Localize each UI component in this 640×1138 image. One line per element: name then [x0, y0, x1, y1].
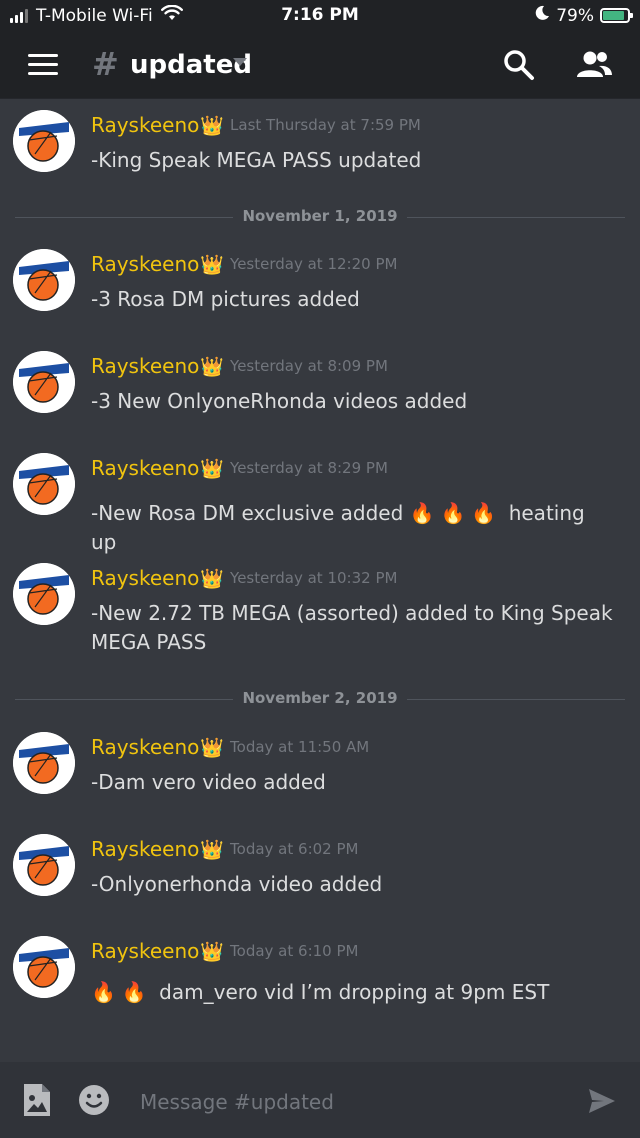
- crown-icon: 👑: [200, 355, 225, 378]
- message-input[interactable]: [138, 1084, 562, 1120]
- timestamp: Yesterday at 8:29 PM: [230, 459, 388, 477]
- message-text: -3 New OnlyoneRhonda videos added: [91, 389, 468, 413]
- author-line: Rayskeeno 👑 Today at 6:10 PM: [91, 936, 358, 966]
- date-divider: November 1, 2019: [15, 206, 625, 228]
- fire-emoji: 🔥🔥: [91, 980, 153, 1004]
- crown-icon: 👑: [200, 567, 225, 590]
- author-line: Rayskeeno 👑 Yesterday at 12:20 PM: [91, 249, 397, 279]
- message-list[interactable]: Rayskeeno 👑 Last Thursday at 7:59 PM -Kin…: [0, 98, 640, 1060]
- timestamp: Today at 6:02 PM: [230, 840, 359, 858]
- crown-icon: 👑: [200, 114, 225, 137]
- crown-icon: 👑: [200, 457, 225, 480]
- avatar[interactable]: [13, 563, 75, 625]
- chevron-down-icon[interactable]: [233, 58, 247, 66]
- emoji-icon[interactable]: [77, 1083, 111, 1117]
- crown-icon: 👑: [200, 838, 225, 861]
- message-text: -3 Rosa DM pictures added: [91, 287, 360, 311]
- crown-icon: 👑: [200, 736, 225, 759]
- avatar[interactable]: [13, 453, 75, 515]
- author-name[interactable]: Rayskeeno: [91, 939, 199, 963]
- hash-icon: #: [92, 45, 119, 83]
- search-icon[interactable]: [502, 48, 536, 82]
- timestamp: Last Thursday at 7:59 PM: [230, 116, 421, 134]
- message-text: -Onlyonerhonda video added: [91, 872, 383, 896]
- timestamp: Today at 6:10 PM: [230, 942, 359, 960]
- status-right: 79%: [534, 5, 633, 26]
- battery-icon: [600, 8, 633, 23]
- message-text: -New 2.72 TB MEGA (assorted) added to Ki…: [91, 601, 613, 654]
- author-name[interactable]: Rayskeeno: [91, 735, 199, 759]
- send-icon[interactable]: [588, 1088, 616, 1114]
- crown-icon: 👑: [200, 940, 225, 963]
- timestamp: Yesterday at 8:09 PM: [230, 357, 388, 375]
- fire-emoji: 🔥🔥🔥: [409, 501, 503, 525]
- message-text: -New Rosa DM exclusive added 🔥🔥🔥 heating…: [91, 499, 616, 557]
- avatar[interactable]: [13, 351, 75, 413]
- avatar[interactable]: [13, 249, 75, 311]
- timestamp: Yesterday at 10:32 PM: [230, 569, 398, 587]
- avatar[interactable]: [13, 936, 75, 998]
- moon-icon: [534, 5, 550, 26]
- author-name[interactable]: Rayskeeno: [91, 837, 199, 861]
- members-icon[interactable]: [574, 48, 614, 82]
- author-line: Rayskeeno 👑 Last Thursday at 7:59 PM: [91, 110, 421, 140]
- date-divider-label: November 2, 2019: [242, 689, 398, 707]
- timestamp: Today at 11:50 AM: [230, 738, 370, 756]
- message-composer: [0, 1062, 640, 1138]
- avatar[interactable]: [13, 834, 75, 896]
- image-icon[interactable]: [22, 1082, 52, 1118]
- author-line: Rayskeeno 👑 Yesterday at 8:09 PM: [91, 351, 388, 381]
- author-name[interactable]: Rayskeeno: [91, 354, 199, 378]
- date-divider-label: November 1, 2019: [242, 207, 398, 225]
- battery-percent: 79%: [556, 5, 594, 26]
- author-line: Rayskeeno 👑 Today at 6:02 PM: [91, 834, 358, 864]
- author-line: Rayskeeno 👑 Yesterday at 10:32 PM: [91, 563, 397, 593]
- message-text: -Dam vero video added: [91, 770, 326, 794]
- status-bar: T-Mobile Wi-Fi 7:16 PM 79%: [0, 0, 640, 32]
- timestamp: Yesterday at 12:20 PM: [230, 255, 398, 273]
- author-line: Rayskeeno 👑 Yesterday at 8:29 PM: [91, 453, 388, 483]
- menu-icon[interactable]: [28, 54, 58, 76]
- crown-icon: 👑: [200, 253, 225, 276]
- author-name[interactable]: Rayskeeno: [91, 252, 199, 276]
- message-text: -King Speak MEGA PASS updated: [91, 148, 422, 172]
- message-text-main: dam_vero vid I’m dropping at 9pm EST: [152, 980, 550, 1004]
- avatar[interactable]: [13, 110, 75, 172]
- author-name[interactable]: Rayskeeno: [91, 456, 199, 480]
- channel-header: # updated: [0, 32, 640, 98]
- author-name[interactable]: Rayskeeno: [91, 566, 199, 590]
- message-text-main: -New Rosa DM exclusive added: [91, 501, 404, 525]
- author-name[interactable]: Rayskeeno: [91, 113, 199, 137]
- message-text: 🔥🔥 dam_vero vid I’m dropping at 9pm EST: [91, 978, 616, 1007]
- avatar[interactable]: [13, 732, 75, 794]
- author-line: Rayskeeno 👑 Today at 11:50 AM: [91, 732, 369, 762]
- date-divider: November 2, 2019: [15, 688, 625, 710]
